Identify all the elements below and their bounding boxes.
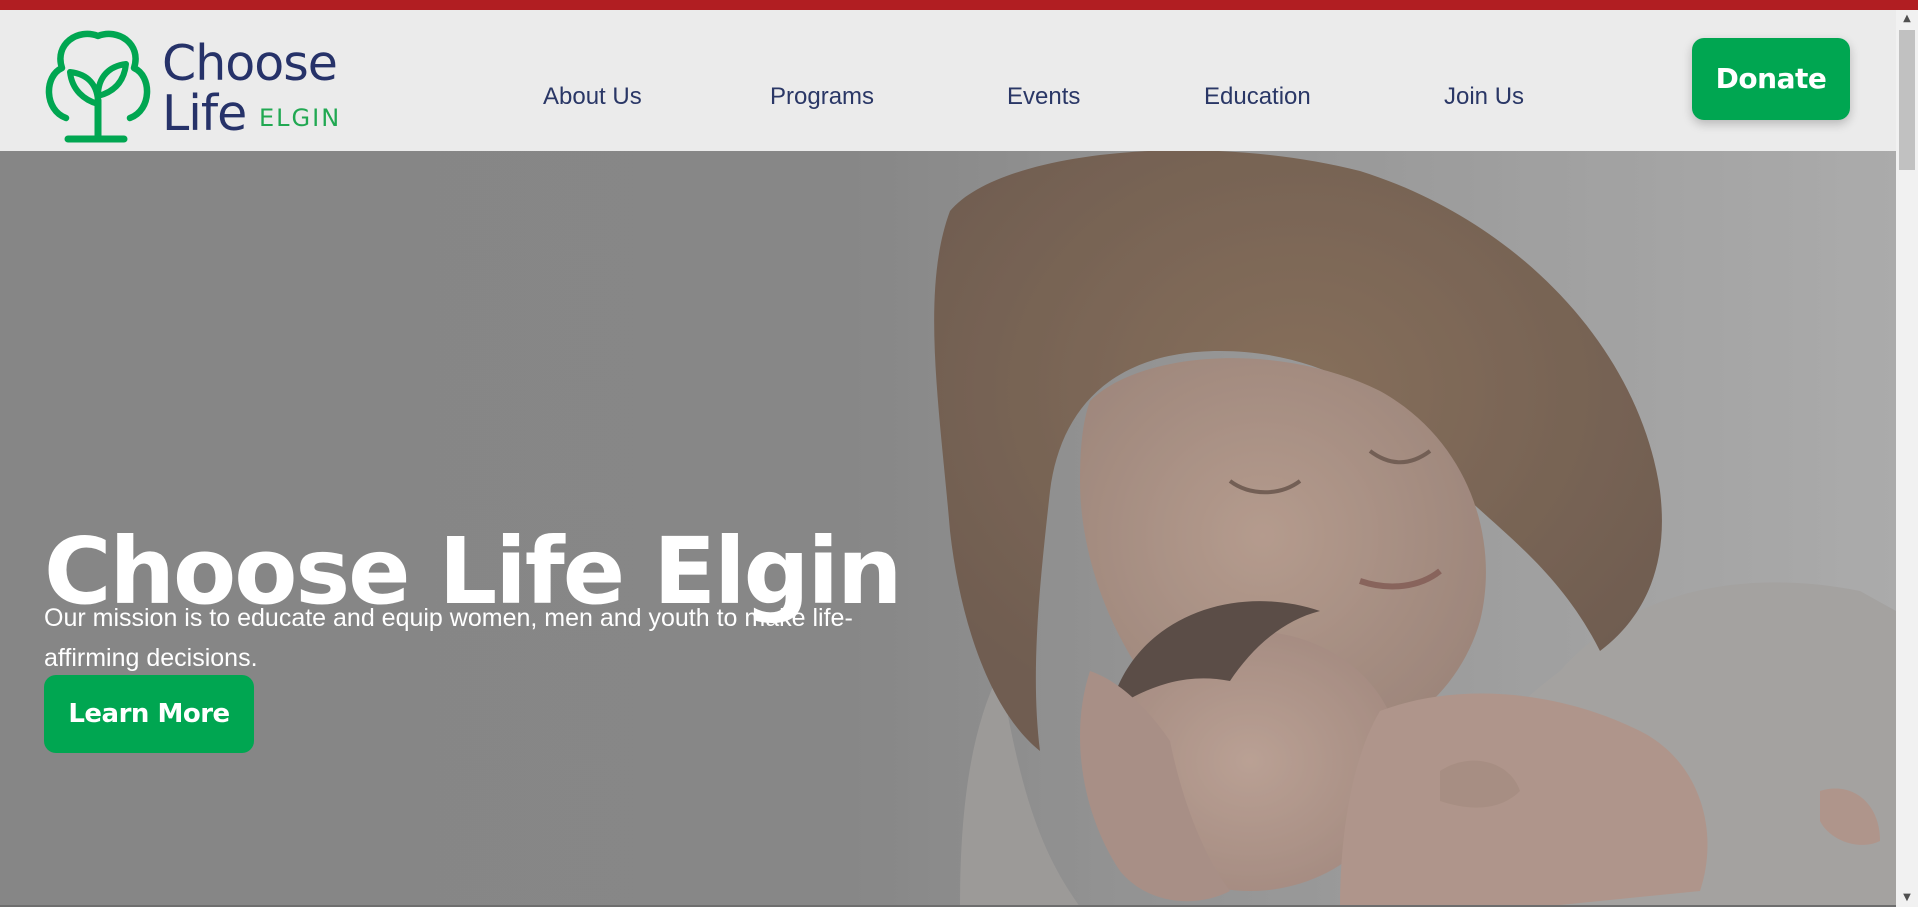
top-accent-strip xyxy=(0,0,1918,10)
nav-item-join-us[interactable]: Join Us xyxy=(1444,82,1524,112)
nav-item-education[interactable]: Education xyxy=(1204,82,1311,112)
scroll-down-arrow-icon[interactable]: ▼ xyxy=(1896,889,1918,907)
scrollbar-thumb[interactable] xyxy=(1899,30,1915,170)
scroll-up-arrow-icon[interactable]: ▲ xyxy=(1896,10,1918,28)
nav-item-about-us[interactable]: About Us xyxy=(543,82,642,112)
main-navigation: About Us Programs Events Education Join … xyxy=(0,10,1896,151)
nav-item-programs[interactable]: Programs xyxy=(770,82,874,112)
hero-subtitle: Our mission is to educate and equip wome… xyxy=(44,604,853,672)
hero-section: Choose Life Elgin Our mission is to educ… xyxy=(0,151,1896,907)
vertical-scrollbar[interactable]: ▲ ▼ xyxy=(1896,10,1918,907)
site-header: Choose Life ELGIN About Us Programs Even… xyxy=(0,10,1896,151)
nav-item-events[interactable]: Events xyxy=(1007,82,1080,112)
donate-button[interactable]: Donate xyxy=(1692,38,1850,120)
page: Choose Life ELGIN About Us Programs Even… xyxy=(0,0,1918,907)
learn-more-button[interactable]: Learn More xyxy=(44,675,254,753)
